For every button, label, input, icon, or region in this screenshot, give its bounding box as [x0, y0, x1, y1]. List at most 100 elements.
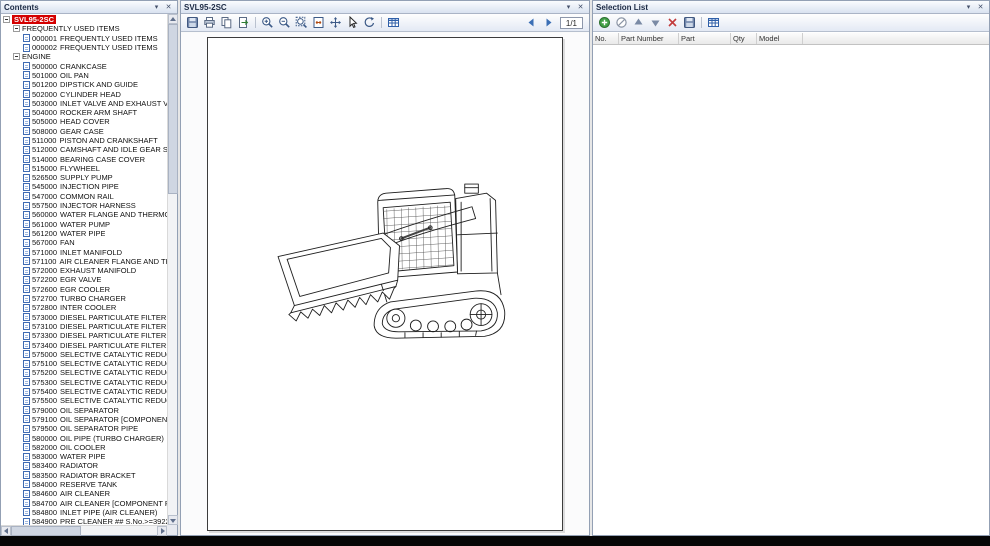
tree-item-575300[interactable]: 575300SELECTIVE CATALYTIC REDUCT... — [1, 378, 167, 387]
tree-item-572800[interactable]: 572800INTER COOLER — [1, 303, 167, 312]
tree-item-575500[interactable]: 575500SELECTIVE CATALYTIC REDUCT... — [1, 396, 167, 405]
add-row-button[interactable] — [596, 15, 613, 30]
scroll-up-button[interactable] — [168, 14, 178, 24]
tree-item-503000[interactable]: 503000INLET VALVE AND EXHAUST VAL... — [1, 99, 167, 108]
tree-item-575200[interactable]: 575200SELECTIVE CATALYTIC REDUCT... — [1, 368, 167, 377]
tree-item-573100[interactable]: 573100DIESEL PARTICULATE FILTER M... — [1, 322, 167, 331]
export-page-button[interactable] — [235, 15, 252, 30]
contents-menu-button[interactable]: ▾ — [151, 2, 162, 12]
selection-close-button[interactable]: ✕ — [975, 2, 986, 12]
rotate-button[interactable] — [361, 15, 378, 30]
tree-item-584900[interactable]: 584900PRE CLEANER ## S.No.>=3922... — [1, 517, 167, 525]
tree-item-584700[interactable]: 584700AIR CLEANER [COMPONENT PAR... — [1, 498, 167, 507]
tree-item-582000[interactable]: 582000OIL COOLER — [1, 443, 167, 452]
tree-item-545000[interactable]: 545000INJECTION PIPE — [1, 182, 167, 191]
tree-item-572600[interactable]: 572600EGR COOLER — [1, 285, 167, 294]
contents-close-button[interactable]: ✕ — [163, 2, 174, 12]
tree-item-512000[interactable]: 512000CAMSHAFT AND IDLE GEAR SHA... — [1, 145, 167, 154]
tree-item-514000[interactable]: 514000BEARING CASE COVER — [1, 154, 167, 163]
tree-item-547000[interactable]: 547000COMMON RAIL — [1, 192, 167, 201]
tree-item-572000[interactable]: 572000EXHAUST MANIFOLD — [1, 266, 167, 275]
tree-item-504000[interactable]: 504000ROCKER ARM SHAFT — [1, 108, 167, 117]
move-up-button[interactable] — [630, 15, 647, 30]
tree-expander-icon[interactable] — [3, 16, 10, 23]
save-list-button[interactable] — [681, 15, 698, 30]
tree-item-505000[interactable]: 505000HEAD COVER — [1, 117, 167, 126]
tree-item-573400[interactable]: 573400DIESEL PARTICULATE FILTER D... — [1, 340, 167, 349]
tree-item-571100[interactable]: 571100AIR CLEANER FLANGE AND THR... — [1, 257, 167, 266]
column-header-model[interactable]: Model — [757, 33, 803, 44]
tree-item-501000[interactable]: 501000OIL PAN — [1, 71, 167, 80]
zoom-in-button[interactable] — [259, 15, 276, 30]
column-header-part[interactable]: Part — [679, 33, 731, 44]
viewer-close-button[interactable]: ✕ — [575, 2, 586, 12]
tree-item[interactable]: FREQUENTLY USED ITEMS — [1, 24, 167, 33]
fit-page-button[interactable] — [310, 15, 327, 30]
zoom-window-button[interactable] — [293, 15, 310, 30]
tree-item-526500[interactable]: 526500SUPPLY PUMP — [1, 173, 167, 182]
tree-item-584800[interactable]: 584800INLET PIPE (AIR CLEANER) — [1, 508, 167, 517]
tree-item-573300[interactable]: 573300DIESEL PARTICULATE FILTER M... — [1, 331, 167, 340]
tree-item-000002[interactable]: 000002FREQUENTLY USED ITEMS — [1, 43, 167, 52]
tree-item-575000[interactable]: 575000SELECTIVE CATALYTIC REDUCT... — [1, 350, 167, 359]
horizontal-scroll-thumb[interactable] — [11, 526, 81, 536]
vertical-scroll-thumb[interactable] — [168, 24, 178, 194]
diagram-page[interactable] — [207, 37, 563, 531]
tree-item-560000[interactable]: 560000WATER FLANGE AND THERMOST... — [1, 210, 167, 219]
tree-item-501200[interactable]: 501200DIPSTICK AND GUIDE — [1, 80, 167, 89]
viewer-tabbar[interactable]: SVL95-2SC ▾✕ — [181, 1, 589, 14]
selection-table-body[interactable] — [593, 45, 989, 535]
tree-item-579000[interactable]: 579000OIL SEPARATOR — [1, 405, 167, 414]
export-list-button[interactable] — [705, 15, 722, 30]
print-button[interactable] — [201, 15, 218, 30]
tree-item-511000[interactable]: 511000PISTON AND CRANKSHAFT — [1, 136, 167, 145]
prev-page-button[interactable] — [523, 15, 540, 30]
link-selection-button[interactable] — [385, 15, 402, 30]
tree-item-575100[interactable]: 575100SELECTIVE CATALYTIC REDUCT... — [1, 359, 167, 368]
tree-item-572700[interactable]: 572700TURBO CHARGER — [1, 294, 167, 303]
zoom-out-button[interactable] — [276, 15, 293, 30]
tree-item-584000[interactable]: 584000RESERVE TANK — [1, 480, 167, 489]
scroll-right-button[interactable] — [157, 526, 167, 536]
tree-item[interactable]: ENGINE — [1, 52, 167, 61]
tree-item-567000[interactable]: 567000FAN — [1, 238, 167, 247]
copy-button[interactable] — [218, 15, 235, 30]
tree-item-515000[interactable]: 515000FLYWHEEL — [1, 164, 167, 173]
column-header-no[interactable]: No. — [593, 33, 619, 44]
tree-item-583000[interactable]: 583000WATER PIPE — [1, 452, 167, 461]
scroll-left-button[interactable] — [1, 526, 11, 536]
diagram-viewer[interactable] — [181, 33, 589, 535]
tree-item-500000[interactable]: 500000CRANKCASE — [1, 61, 167, 70]
viewer-pin-button[interactable]: ▾ — [563, 2, 574, 12]
remove-row-button[interactable] — [613, 15, 630, 30]
tree-item-584600[interactable]: 584600AIR CLEANER — [1, 489, 167, 498]
scroll-down-button[interactable] — [168, 515, 178, 525]
pointer-button[interactable] — [344, 15, 361, 30]
save-image-button[interactable] — [184, 15, 201, 30]
tree-item-000001[interactable]: 000001FREQUENTLY USED ITEMS — [1, 34, 167, 43]
column-header-partnumber[interactable]: Part Number — [619, 33, 679, 44]
pan-button[interactable] — [327, 15, 344, 30]
tree-item-579100[interactable]: 579100OIL SEPARATOR [COMPONENT P... — [1, 415, 167, 424]
clear-list-button[interactable] — [664, 15, 681, 30]
column-header-qty[interactable]: Qty — [731, 33, 757, 44]
tree-item-583400[interactable]: 583400RADIATOR — [1, 461, 167, 470]
tree-item-502000[interactable]: 502000CYLINDER HEAD — [1, 89, 167, 98]
tree-expander-icon[interactable] — [13, 53, 20, 60]
tree-item-583500[interactable]: 583500RADIATOR BRACKET — [1, 471, 167, 480]
tree-item-579500[interactable]: 579500OIL SEPARATOR PIPE — [1, 424, 167, 433]
next-page-button[interactable] — [540, 15, 557, 30]
tree-item-561000[interactable]: 561000WATER PUMP — [1, 220, 167, 229]
tree-expander-icon[interactable] — [13, 25, 20, 32]
tree-item-557500[interactable]: 557500INJECTOR HARNESS — [1, 201, 167, 210]
tree-item-580000[interactable]: 580000OIL PIPE (TURBO CHARGER) — [1, 433, 167, 442]
tree-item-508000[interactable]: 508000GEAR CASE — [1, 127, 167, 136]
tree-item-572200[interactable]: 572200EGR VALVE — [1, 275, 167, 284]
tree-item[interactable]: SVL95-2SC — [1, 15, 167, 24]
move-down-button[interactable] — [647, 15, 664, 30]
selection-pin-button[interactable]: ▾ — [963, 2, 974, 12]
tree-item-571000[interactable]: 571000INLET MANIFOLD — [1, 247, 167, 256]
tree-item-575400[interactable]: 575400SELECTIVE CATALYTIC REDUCT... — [1, 387, 167, 396]
tree-item-573000[interactable]: 573000DIESEL PARTICULATE FILTER M... — [1, 313, 167, 322]
tree-item-561200[interactable]: 561200WATER PIPE — [1, 229, 167, 238]
